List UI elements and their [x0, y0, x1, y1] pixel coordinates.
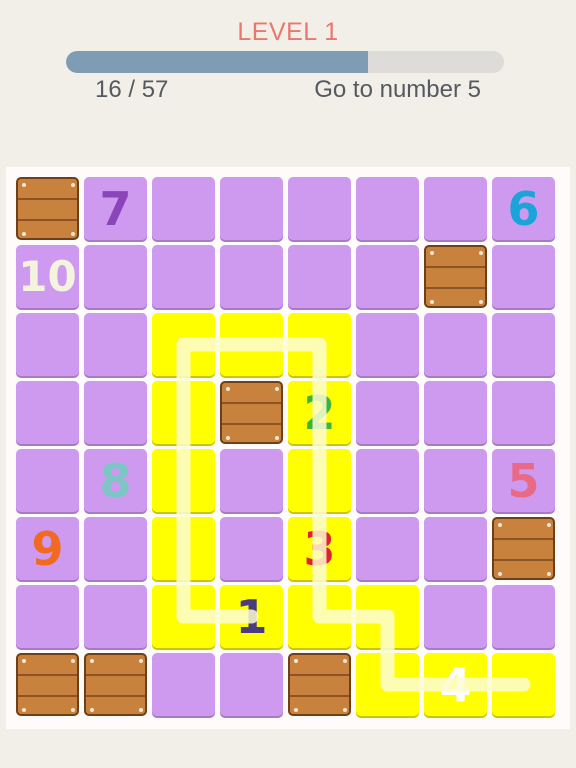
grid-tile[interactable] [288, 585, 351, 648]
grid-tile[interactable] [424, 177, 487, 240]
grid-tile[interactable] [288, 245, 351, 308]
grid-tile[interactable] [16, 585, 79, 648]
grid-tile[interactable] [288, 313, 351, 376]
tile-number: 3 [303, 521, 336, 576]
grid-tile[interactable] [152, 449, 215, 512]
tile-number: 1 [235, 589, 268, 644]
tile-number: 7 [99, 181, 132, 236]
wood-block-tile [84, 653, 147, 716]
grid-tile[interactable] [492, 245, 555, 308]
number-tile-3[interactable]: 3 [288, 517, 351, 580]
grid-tile[interactable] [424, 449, 487, 512]
tile-number: 6 [507, 181, 540, 236]
grid-tile[interactable] [288, 449, 351, 512]
grid-tile[interactable] [220, 177, 283, 240]
grid-tile[interactable] [424, 313, 487, 376]
progress-bar [66, 51, 504, 73]
grid-tile[interactable] [356, 517, 419, 580]
wood-block-tile [492, 517, 555, 580]
grid-tile[interactable] [16, 381, 79, 444]
grid-tile[interactable] [84, 517, 147, 580]
goal-hint: Go to number 5 [314, 76, 481, 103]
wood-block-tile [16, 177, 79, 240]
grid-tile[interactable] [152, 313, 215, 376]
grid-tile[interactable] [16, 449, 79, 512]
wood-block-tile [424, 245, 487, 308]
grid-tile[interactable] [152, 653, 215, 716]
tile-number: 9 [31, 521, 64, 576]
wood-block-tile [220, 381, 283, 444]
number-tile-5[interactable]: 5 [492, 449, 555, 512]
tile-number: 10 [18, 251, 77, 301]
grid-tile[interactable] [220, 245, 283, 308]
grid-tile[interactable] [84, 585, 147, 648]
grid-tile[interactable] [220, 449, 283, 512]
number-tile-6[interactable]: 6 [492, 177, 555, 240]
grid-tile[interactable] [356, 245, 419, 308]
wood-block-tile [16, 653, 79, 716]
number-tile-7[interactable]: 7 [84, 177, 147, 240]
grid-tile[interactable] [424, 585, 487, 648]
number-tile-8[interactable]: 8 [84, 449, 147, 512]
tile-number: 2 [303, 385, 336, 440]
number-tile-9[interactable]: 9 [16, 517, 79, 580]
grid-tile[interactable] [356, 653, 419, 716]
grid-tile[interactable] [152, 177, 215, 240]
grid-tile[interactable] [152, 245, 215, 308]
grid-tile[interactable] [152, 517, 215, 580]
tile-number: 8 [99, 453, 132, 508]
game-board: 7 6 10 2 8 5 9 3 1 4 [6, 167, 570, 729]
grid-tile[interactable] [220, 653, 283, 716]
grid-tile[interactable] [220, 517, 283, 580]
grid-tile[interactable] [16, 313, 79, 376]
grid-tile[interactable] [152, 585, 215, 648]
grid-tile[interactable] [492, 313, 555, 376]
number-tile-10[interactable]: 10 [16, 245, 79, 308]
grid-tile[interactable] [424, 517, 487, 580]
grid-tile[interactable] [288, 177, 351, 240]
progress-counter: 16 / 57 [95, 76, 169, 103]
level-title: LEVEL 1 [237, 18, 339, 46]
grid-tile[interactable] [492, 585, 555, 648]
grid-tile[interactable] [356, 449, 419, 512]
number-tile-1[interactable]: 1 [220, 585, 283, 648]
grid-tile[interactable] [356, 177, 419, 240]
tile-number: 5 [507, 453, 540, 508]
tile-number: 4 [439, 657, 472, 712]
grid-tile[interactable] [220, 313, 283, 376]
grid-tile[interactable] [152, 381, 215, 444]
grid-tile[interactable] [84, 245, 147, 308]
grid-tile[interactable] [356, 313, 419, 376]
progress-bar-fill [66, 51, 369, 73]
grid-tile[interactable] [424, 381, 487, 444]
grid-tile[interactable] [492, 653, 555, 716]
grid-tile[interactable] [356, 585, 419, 648]
grid-tile[interactable] [492, 381, 555, 444]
grid-tile[interactable] [356, 381, 419, 444]
wood-block-tile [288, 653, 351, 716]
grid-tile[interactable] [84, 381, 147, 444]
number-tile-2[interactable]: 2 [288, 381, 351, 444]
number-tile-4[interactable]: 4 [424, 653, 487, 716]
grid-tile[interactable] [84, 313, 147, 376]
